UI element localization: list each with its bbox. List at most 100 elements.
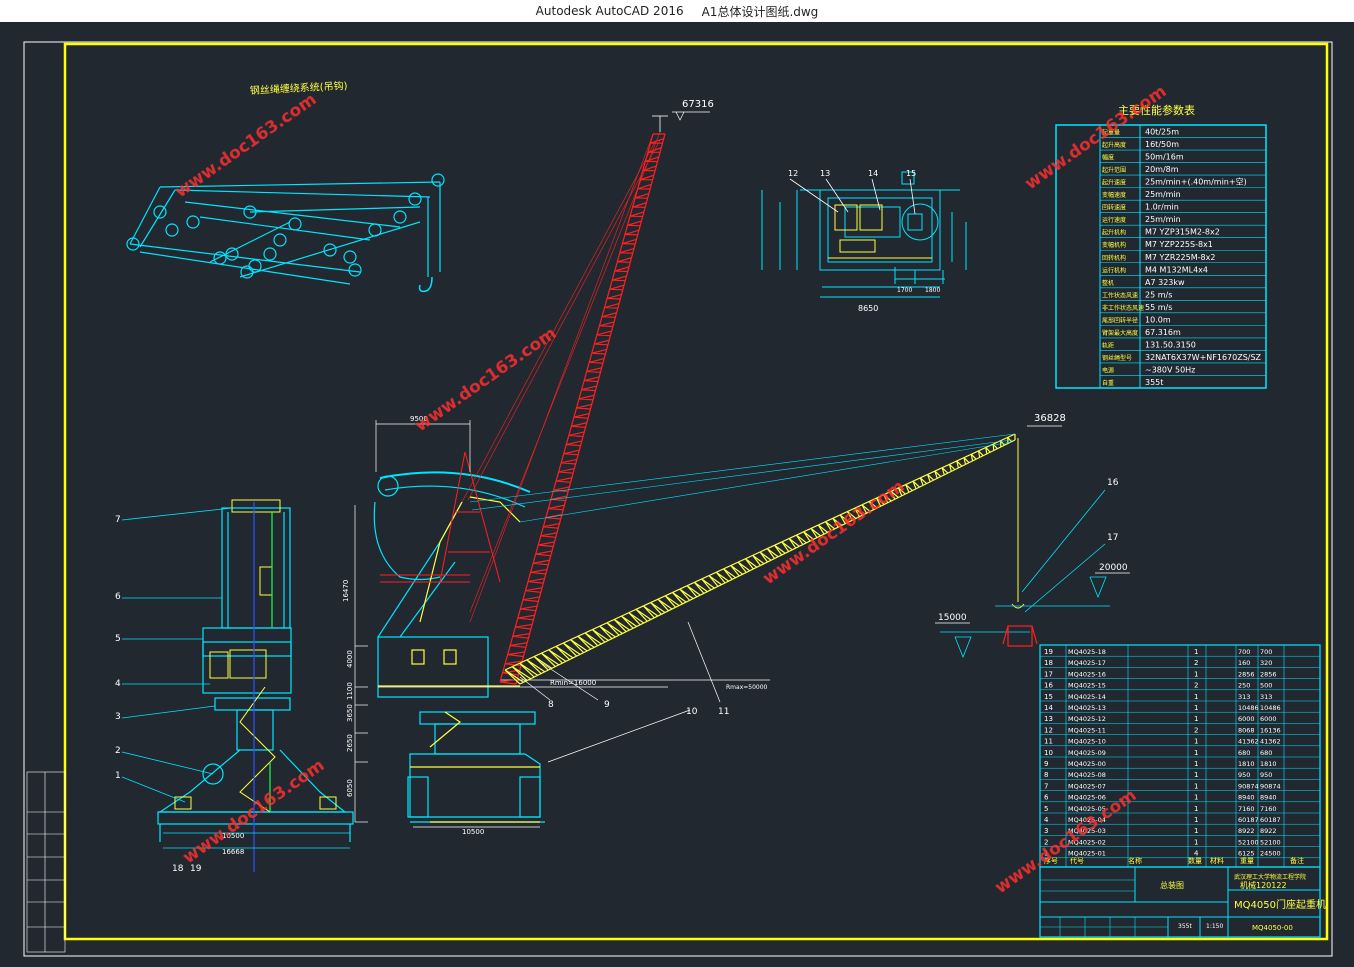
tb-drawing-title: MQ4050门座起重机: [1234, 898, 1326, 911]
part-no: 5: [1044, 805, 1048, 813]
boom-lowered: [504, 433, 1016, 685]
parts-row: 8 MQ4025-08 1 950 950: [1044, 771, 1272, 779]
part-weight-total: 700: [1260, 648, 1272, 656]
callout-18: 18: [172, 864, 184, 874]
part-qty: 1: [1194, 749, 1198, 757]
part-no: 7: [1044, 782, 1048, 790]
param-label: 轨距: [1102, 341, 1114, 349]
param-value: 40t/25m: [1145, 128, 1179, 137]
parts-row: 11 MQ4025-10 1 41362 41362: [1044, 738, 1281, 746]
part-qty: 1: [1194, 816, 1198, 824]
param-value: 32NAT6X37W+NF1670ZS/SZ: [1145, 353, 1262, 362]
callout-3: 3: [115, 712, 121, 722]
part-code: MQ4025-06: [1068, 794, 1106, 802]
part-weight-unit: 313: [1238, 693, 1250, 701]
part-qty: 1: [1194, 693, 1198, 701]
drawing-canvas[interactable]: 钢丝绳缠绕系统(吊钩) 12 13 14 15 8650 1700 1800 主…: [0, 22, 1354, 967]
param-label: 变幅速度: [1102, 191, 1126, 199]
part-no: 15: [1044, 693, 1053, 701]
callout-5: 5: [115, 634, 121, 644]
part-qty: 1: [1194, 782, 1198, 790]
part-weight-unit: 2856: [1238, 670, 1255, 678]
param-label: 电源: [1102, 366, 1114, 374]
param-value: 25m/min+(.40m/min+空): [1145, 177, 1247, 187]
parts-row: 16 MQ4025-15 2 250 500: [1044, 682, 1272, 690]
part-weight-total: 313: [1260, 693, 1272, 701]
parts-row: 6 MQ4025-06 1 8940 8940: [1044, 794, 1277, 802]
param-label: 钢丝绳型号: [1102, 354, 1132, 362]
part-weight-unit: 8922: [1238, 827, 1255, 835]
part-weight-total: 60187: [1260, 816, 1281, 824]
part-weight-unit: 7160: [1238, 805, 1255, 813]
callout-14: 14: [868, 169, 878, 178]
dim-3650: 3650: [346, 704, 354, 722]
parts-row: 14 MQ4025-13 1 10486 10486: [1044, 704, 1281, 712]
part-code: MQ4025-09: [1068, 749, 1106, 757]
dim-10500-side: 10500: [462, 828, 484, 836]
callout-7: 7: [115, 515, 121, 525]
part-code: MQ4025-17: [1068, 659, 1106, 667]
param-label: 臂架最大高度: [1102, 329, 1138, 337]
part-no: 9: [1044, 760, 1048, 768]
header-code: 代号: [1070, 856, 1084, 865]
part-qty: 1: [1194, 771, 1198, 779]
param-value: M7 YZP315M2-8x2: [1145, 228, 1220, 237]
part-no: 14: [1044, 704, 1053, 712]
part-code: MQ4025-13: [1068, 704, 1106, 712]
parts-row: 12 MQ4025-11 2 8068 16136: [1044, 726, 1281, 734]
part-weight-unit: 700: [1238, 648, 1250, 656]
part-weight-unit: 1810: [1238, 760, 1255, 768]
part-code: MQ4025-14: [1068, 693, 1106, 701]
boom-raised: [461, 131, 666, 685]
header-name: 名称: [1128, 856, 1142, 865]
elev-15000: 15000: [938, 613, 967, 623]
callout-10: 10: [686, 707, 698, 717]
callout-9: 9: [604, 700, 610, 710]
callout-6: 6: [115, 592, 121, 602]
title-block: 武汉理工大学物流工程学院 机械120122 MQ4050门座起重机 总装图 MQ…: [1039, 866, 1326, 938]
watermark-2: www.doc163.com: [411, 323, 560, 436]
part-code: MQ4025-11: [1068, 726, 1106, 734]
tb-drawing-no: MQ4050-00: [1252, 924, 1293, 932]
param-value: 25m/min: [1145, 215, 1181, 224]
param-label: 非工作状态风速: [1102, 304, 1144, 312]
param-label: 回转机构: [1102, 254, 1126, 262]
elev-16: 16: [1107, 478, 1119, 488]
param-value: ~380V 50Hz: [1145, 365, 1195, 374]
callout-1: 1: [115, 771, 121, 781]
part-weight-unit: 950: [1238, 771, 1250, 779]
part-qty: 2: [1194, 726, 1198, 734]
callout-11: 11: [718, 707, 729, 717]
dim-1800: 1800: [925, 287, 940, 294]
param-label: 起升速度: [1102, 179, 1126, 187]
part-weight-total: 950: [1260, 771, 1272, 779]
parts-row: 17 MQ4025-16 1 2856 2856: [1044, 670, 1277, 678]
elevation-boom-tip: 36828: [1034, 413, 1066, 424]
part-qty: 1: [1194, 827, 1198, 835]
part-weight-unit: 250: [1238, 682, 1250, 690]
parts-row: 9 MQ4025-00 1 1810 1810: [1044, 760, 1277, 768]
param-value: 10.0m: [1145, 315, 1171, 324]
parts-row: 15 MQ4025-14 1 313 313: [1044, 693, 1272, 701]
part-code: MQ4025-08: [1068, 771, 1106, 779]
part-weight-total: 41362: [1260, 738, 1281, 746]
param-label: 回转速度: [1102, 204, 1126, 212]
part-qty: 1: [1194, 838, 1198, 846]
part-qty: 1: [1194, 715, 1198, 723]
callout-8: 8: [548, 700, 554, 710]
params-rows: 起重量 40t/25m起升高度 16t/50m幅度 50m/16m起升范围 20m/8m…: [1100, 128, 1266, 387]
part-no: 4: [1044, 816, 1049, 824]
part-weight-unit: 90874: [1238, 782, 1259, 790]
param-label: 起升机构: [1102, 229, 1126, 237]
part-weight-unit: 8940: [1238, 794, 1255, 802]
part-code: MQ4025-07: [1068, 782, 1106, 790]
part-code: MQ4025-18: [1068, 648, 1106, 656]
param-label: 起升范围: [1102, 166, 1126, 174]
part-code: MQ4025-10: [1068, 738, 1106, 746]
part-qty: 1: [1194, 670, 1198, 678]
part-no: 12: [1044, 726, 1053, 734]
part-weight-total: 52100: [1260, 838, 1281, 846]
dim-4000: 4000: [346, 650, 354, 668]
watermark-4: www.doc163.com: [759, 476, 908, 589]
dim-1100: 1100: [346, 682, 354, 700]
